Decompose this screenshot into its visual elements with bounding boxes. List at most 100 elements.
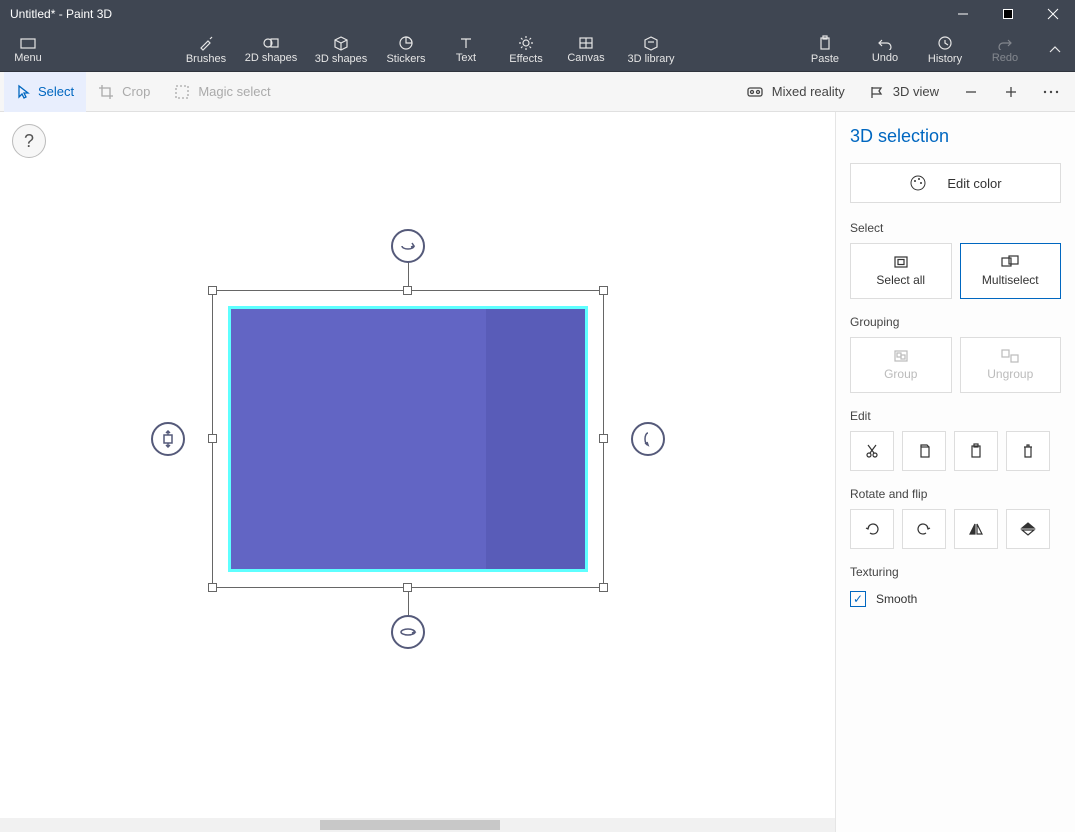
resize-handle-bm[interactable] (403, 583, 412, 592)
button-label: Group (884, 367, 917, 381)
checkbox-label: Smooth (876, 592, 917, 606)
ribbon-effects[interactable]: Effects (496, 28, 556, 71)
more-button[interactable] (1031, 72, 1071, 112)
resize-handle-br[interactable] (599, 583, 608, 592)
rotate-stem (408, 592, 409, 617)
select-tool[interactable]: Select (4, 72, 86, 112)
resize-handle-bl[interactable] (208, 583, 217, 592)
cube-icon (333, 35, 349, 51)
text-icon (459, 36, 473, 50)
rotate-right-button[interactable] (902, 509, 946, 549)
paste-button[interactable] (954, 431, 998, 471)
flip-h-icon (968, 522, 984, 536)
section-rotate-flip: Rotate and flip (850, 487, 1061, 501)
flip-vertical-button[interactable] (1006, 509, 1050, 549)
ribbon: Menu Brushes 2D shapes 3D shapes Sticker… (0, 28, 1075, 72)
menu-label: Menu (14, 52, 42, 64)
ribbon-3d-shapes[interactable]: 3D shapes (306, 28, 376, 71)
3d-view-button[interactable]: 3D view (857, 72, 951, 112)
section-edit: Edit (850, 409, 1061, 423)
ribbon-undo[interactable]: Undo (855, 28, 915, 71)
zoom-out-button[interactable] (951, 72, 991, 112)
undo-icon (877, 36, 893, 50)
canvas-icon (578, 36, 594, 50)
resize-handle-tm[interactable] (403, 286, 412, 295)
minimize-button[interactable] (940, 0, 985, 28)
rotate-x-handle[interactable] (391, 615, 425, 649)
cut-button[interactable] (850, 431, 894, 471)
ribbon-stickers[interactable]: Stickers (376, 28, 436, 71)
history-icon (937, 35, 953, 51)
paste-icon (818, 35, 832, 51)
flip-v-icon (1020, 522, 1036, 536)
zoom-in-button[interactable] (991, 72, 1031, 112)
toolbar-label: Crop (122, 84, 150, 99)
section-grouping: Grouping (850, 315, 1061, 329)
select-all-icon (893, 255, 909, 269)
toolbar-label: Magic select (198, 84, 270, 99)
resize-handle-tl[interactable] (208, 286, 217, 295)
group-button: Group (850, 337, 952, 393)
ribbon-label: Paste (811, 53, 839, 65)
ribbon-label: Brushes (186, 53, 226, 65)
maximize-button[interactable] (985, 0, 1030, 28)
canvas[interactable]: ? (0, 112, 835, 832)
rotate-y-handle[interactable] (631, 422, 665, 456)
window-title: Untitled* - Paint 3D (10, 7, 940, 21)
depth-handle[interactable] (151, 422, 185, 456)
rotate-left-icon (864, 521, 880, 537)
resize-handle-tr[interactable] (599, 286, 608, 295)
ribbon-label: Effects (509, 53, 542, 65)
scrollbar-thumb[interactable] (320, 820, 500, 830)
resize-handle-mr[interactable] (599, 434, 608, 443)
button-label: Select all (876, 273, 925, 287)
ribbon-text[interactable]: Text (436, 28, 496, 71)
folder-icon (19, 36, 37, 50)
rotate-right-icon (916, 521, 932, 537)
help-glyph: ? (24, 131, 34, 152)
ribbon-label: Canvas (567, 52, 604, 64)
mixed-reality-button[interactable]: Mixed reality (734, 72, 857, 112)
edit-color-button[interactable]: Edit color (850, 163, 1061, 203)
ribbon-canvas[interactable]: Canvas (556, 28, 616, 71)
select-all-button[interactable]: Select all (850, 243, 952, 299)
side-panel: 3D selection Edit color Select Select al… (835, 112, 1075, 832)
app-root: Untitled* - Paint 3D Menu Brushes 2D sha… (0, 0, 1075, 832)
toolbar-label: 3D view (893, 84, 939, 99)
help-button[interactable]: ? (12, 124, 46, 158)
resize-handle-ml[interactable] (208, 434, 217, 443)
ribbon-history[interactable]: History (915, 28, 975, 71)
flag-icon (869, 85, 885, 99)
shapes-2d-icon (262, 36, 280, 50)
button-label: Multiselect (982, 273, 1039, 287)
library-icon (643, 35, 659, 51)
close-button[interactable] (1030, 0, 1075, 28)
ungroup-button: Ungroup (960, 337, 1062, 393)
smooth-checkbox[interactable]: ✓ Smooth (850, 587, 1061, 611)
flip-horizontal-button[interactable] (954, 509, 998, 549)
horizontal-scrollbar[interactable] (0, 818, 835, 832)
selected-3d-object[interactable] (231, 309, 585, 569)
ribbon-2d-shapes[interactable]: 2D shapes (236, 28, 306, 71)
collapse-ribbon-button[interactable] (1035, 28, 1075, 71)
ribbon-label: 3D library (627, 53, 674, 65)
copy-button[interactable] (902, 431, 946, 471)
crop-tool[interactable]: Crop (86, 72, 162, 112)
titlebar: Untitled* - Paint 3D (0, 0, 1075, 28)
section-texturing: Texturing (850, 565, 1061, 579)
multiselect-button[interactable]: Multiselect (960, 243, 1062, 299)
rotate-left-button[interactable] (850, 509, 894, 549)
delete-button[interactable] (1006, 431, 1050, 471)
selection-box[interactable] (212, 290, 604, 588)
main-area: ? 3D (0, 112, 1075, 832)
ribbon-label: History (928, 53, 962, 65)
effects-icon (518, 35, 534, 51)
toolbar: Select Crop Magic select Mixed reality 3… (0, 72, 1075, 112)
ribbon-brushes[interactable]: Brushes (176, 28, 236, 71)
ribbon-3d-library[interactable]: 3D library (616, 28, 686, 71)
menu-button[interactable]: Menu (0, 28, 56, 71)
rotate-z-handle[interactable] (391, 229, 425, 263)
magic-select-tool[interactable]: Magic select (162, 72, 282, 112)
ribbon-paste[interactable]: Paste (795, 28, 855, 71)
ribbon-label: 3D shapes (315, 53, 368, 65)
